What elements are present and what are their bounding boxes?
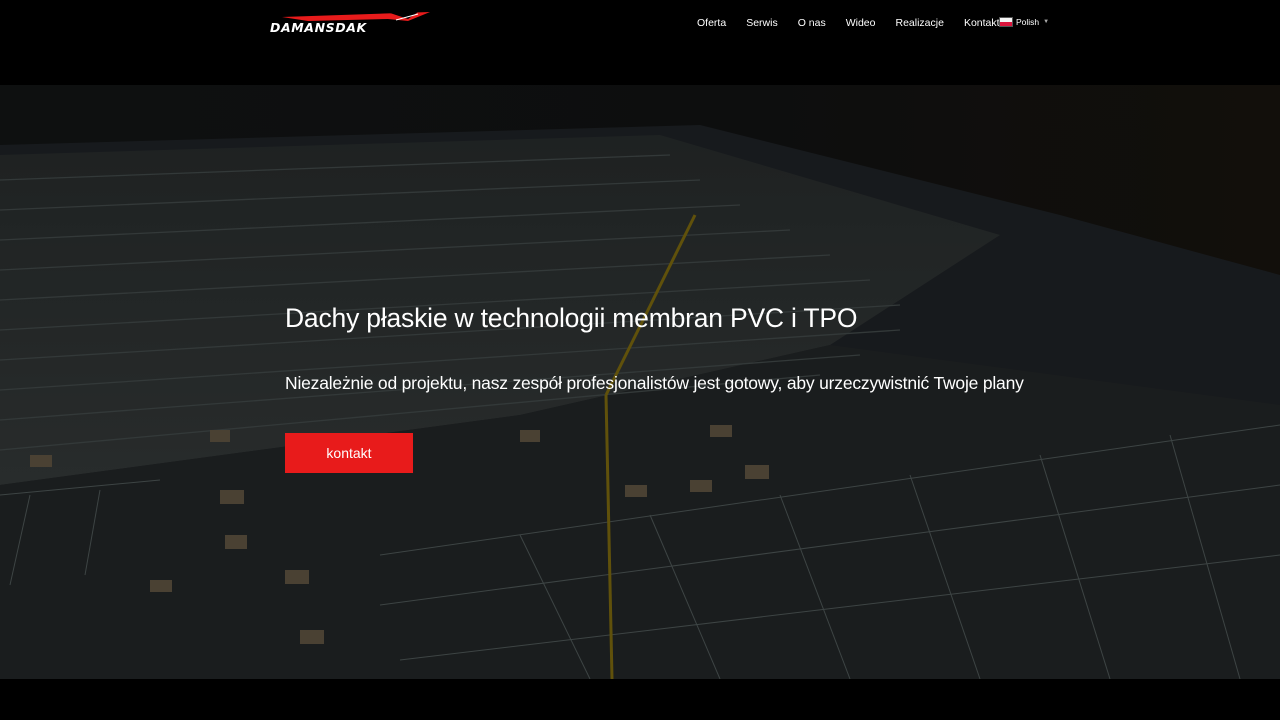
bottom-black-strip (0, 679, 1280, 720)
nav-item-o-nas[interactable]: O nas (798, 15, 826, 31)
hero-section: Dachy płaskie w technologii membran PVC … (0, 85, 1280, 679)
logo-text: DAMANSDAK (270, 20, 367, 35)
language-switcher[interactable]: Polish ▼ (999, 17, 1049, 27)
hero-subtitle: Niezależnie od projektu, nasz zespół pro… (285, 373, 1024, 393)
nav-item-kontakt[interactable]: Kontakt (964, 15, 1000, 31)
nav-item-wideo[interactable]: Wideo (846, 15, 876, 31)
language-label: Polish (1016, 17, 1040, 27)
nav-item-realizacje[interactable]: Realizacje (895, 15, 943, 31)
main-nav: Oferta Serwis O nas Wideo Realizacje Kon… (697, 15, 1010, 31)
contact-button[interactable]: kontakt (285, 433, 413, 473)
hero-title: Dachy płaskie w technologii membran PVC … (285, 303, 858, 333)
nav-item-serwis[interactable]: Serwis (746, 15, 778, 31)
poland-flag-icon (999, 17, 1013, 27)
damansdak-logo[interactable]: DAMANSDAK (268, 9, 433, 37)
chevron-down-icon: ▼ (1043, 19, 1050, 25)
nav-item-oferta[interactable]: Oferta (697, 15, 726, 31)
site-header: DAMANSDAK Oferta Serwis O nas Wideo Real… (0, 0, 1280, 85)
